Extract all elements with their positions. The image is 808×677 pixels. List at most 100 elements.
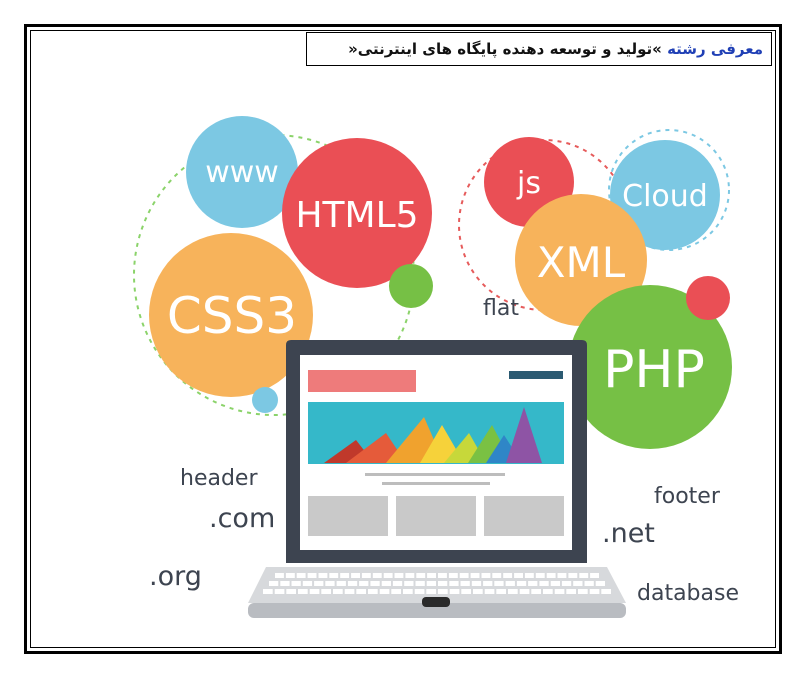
html5-label: HTML5 xyxy=(295,195,418,236)
keyboard-key xyxy=(566,589,576,594)
xml-label: XML xyxy=(537,238,626,287)
js-label: js xyxy=(516,166,541,201)
keyboard-key xyxy=(573,581,583,586)
keyboard-key xyxy=(298,589,308,594)
keyboard-key xyxy=(351,573,360,578)
keyboard-key xyxy=(416,573,426,578)
keyboard-key xyxy=(459,573,469,578)
keyboard-key xyxy=(381,581,391,586)
keyboard-key xyxy=(336,581,346,586)
keyboard-key xyxy=(296,573,306,578)
keyboard-key xyxy=(347,581,358,586)
keyboard-key xyxy=(561,581,572,586)
keyboard-key xyxy=(368,589,378,594)
keyboard-key xyxy=(370,581,380,586)
keyboard-key xyxy=(516,581,527,586)
keyboard-key xyxy=(514,573,523,578)
keyboard-key xyxy=(589,589,600,594)
database-word: database xyxy=(637,581,739,606)
keyboard-key xyxy=(481,573,491,578)
keyboard-key xyxy=(484,589,495,594)
keyboard-key xyxy=(531,589,541,594)
flat-word: flat xyxy=(483,296,519,321)
heading-accent: معرفی رشته xyxy=(667,40,763,58)
screen-text-line-2 xyxy=(382,482,490,485)
keyboard-key xyxy=(379,589,390,594)
keyboard-key xyxy=(325,581,335,586)
keyboard-key xyxy=(546,573,556,578)
page-heading: معرفی رشته »تولید و توسعه دهنده پایگاه ه… xyxy=(306,32,772,66)
keyboard-key xyxy=(403,589,413,594)
screen-text-line-1 xyxy=(365,473,505,476)
keyboard-key xyxy=(427,573,436,578)
keyboard-key xyxy=(535,573,545,578)
keyboard-key xyxy=(505,581,515,586)
keyboard-key xyxy=(394,573,404,578)
keyboard-key xyxy=(473,589,483,594)
keyboard-key xyxy=(340,573,350,578)
screen-block-3 xyxy=(484,496,564,536)
keyboard-key xyxy=(584,581,594,586)
keyboard-key xyxy=(356,589,366,594)
keyboard-key xyxy=(321,589,331,594)
screen-block-2 xyxy=(396,496,476,536)
small-blue-dot xyxy=(252,387,278,413)
screen-title-bar xyxy=(308,370,416,392)
keyboard-key xyxy=(314,581,324,586)
net-word: .net xyxy=(602,518,655,549)
keyboard-key xyxy=(275,573,284,578)
keyboard-key xyxy=(333,589,343,594)
keyboard-key xyxy=(286,589,296,594)
keyboard-key xyxy=(426,589,436,594)
keyboard-key xyxy=(508,589,518,594)
keyboard-key xyxy=(361,573,371,578)
screen-block-1 xyxy=(308,496,388,536)
php-label: PHP xyxy=(603,340,705,400)
keyboard-key xyxy=(448,573,458,578)
keyboard-key xyxy=(496,589,506,594)
keyboard-key xyxy=(302,581,313,586)
keyboard-key xyxy=(438,573,447,578)
keyboard-key xyxy=(470,573,480,578)
keyboard-key xyxy=(461,589,471,594)
keyboard-key xyxy=(274,589,285,594)
keyboard-key xyxy=(557,573,567,578)
keyboard-key xyxy=(372,573,382,578)
keyboard-key xyxy=(438,581,448,586)
keyboard-key xyxy=(494,581,504,586)
keyboard-key xyxy=(590,573,599,578)
keyboard-key xyxy=(318,573,328,578)
keyboard-key xyxy=(285,573,295,578)
keyboard-key xyxy=(554,589,565,594)
keyboard-key xyxy=(539,581,549,586)
com-word: .com xyxy=(209,503,275,534)
keyboard-key xyxy=(280,581,290,586)
keyboard-key xyxy=(383,573,393,578)
keyboard-key xyxy=(519,589,530,594)
keyboard-key xyxy=(492,573,502,578)
keyboard-key xyxy=(483,581,493,586)
heading-text: »تولید و توسعه دهنده پایگاه های اینترنتی… xyxy=(348,40,668,58)
screen-menu-bar xyxy=(509,371,563,379)
footer-word: footer xyxy=(654,484,721,509)
keyboard-key xyxy=(503,573,513,578)
keyboard-key xyxy=(471,581,482,586)
keyboard-key xyxy=(460,581,470,586)
header-word: header xyxy=(180,466,258,491)
keyboard-key xyxy=(263,589,273,594)
org-word: .org xyxy=(149,561,202,592)
keyboard-key xyxy=(568,573,578,578)
keyboard-key xyxy=(426,581,436,586)
keyboard-key xyxy=(524,573,534,578)
keyboard-key xyxy=(543,589,553,594)
keyboard-key xyxy=(392,581,403,586)
keyboard-key xyxy=(329,573,339,578)
keyboard-key xyxy=(415,581,425,586)
keyboard-key xyxy=(579,573,589,578)
keyboard-key xyxy=(307,573,317,578)
www-label: www xyxy=(205,155,279,190)
keyboard-key xyxy=(449,581,459,586)
keyboard-key xyxy=(291,581,301,586)
keyboard-key xyxy=(391,589,401,594)
keyboard-key xyxy=(414,589,425,594)
